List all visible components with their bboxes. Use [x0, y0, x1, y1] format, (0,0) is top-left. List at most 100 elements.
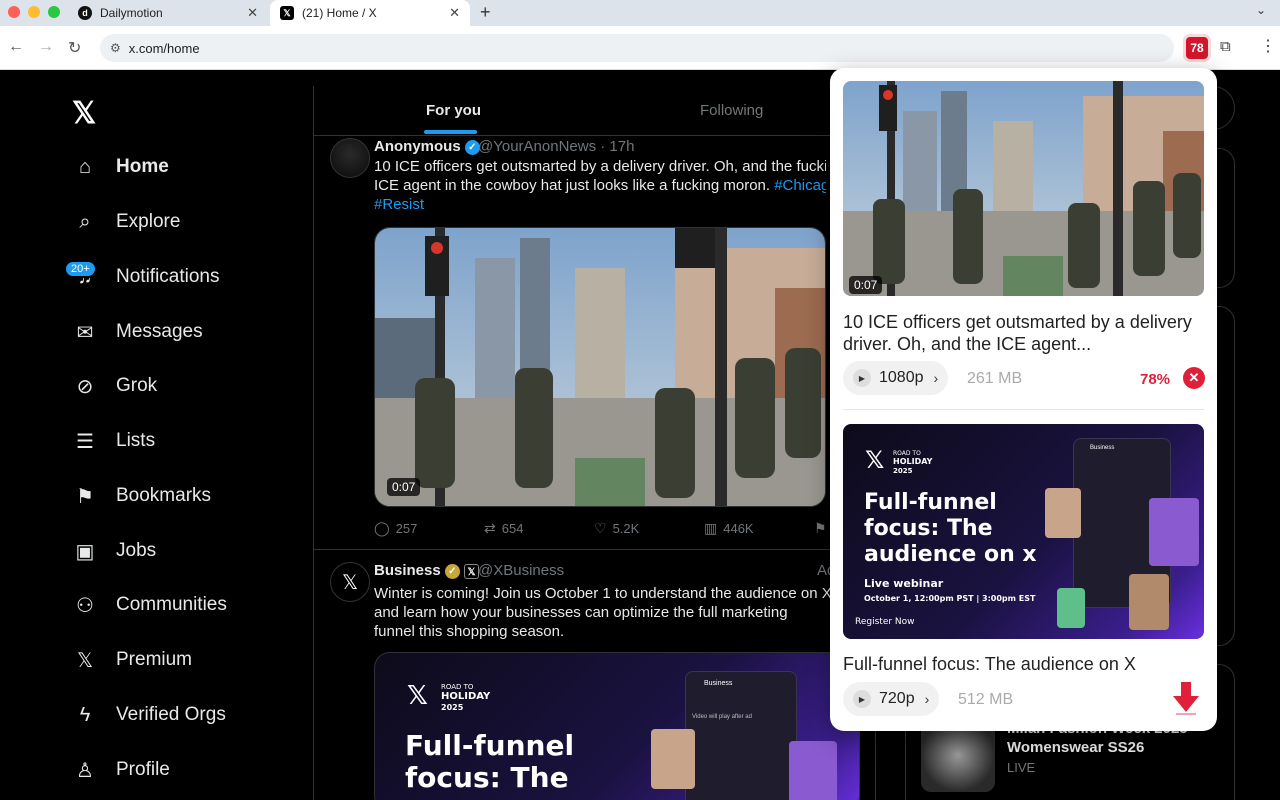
author-name-text: Business [374, 562, 441, 579]
downloader-extension-icon[interactable]: 78 [1186, 37, 1208, 59]
tab-close-icon[interactable]: ✕ [449, 5, 460, 21]
url-text: x.com/home [128, 40, 200, 56]
sidebar-item-label: Jobs [116, 540, 157, 561]
sidebar-item-home[interactable]: ⌂ Home [72, 147, 169, 187]
envelope-icon: ✉ [76, 321, 94, 344]
notifications-badge: 20+ [64, 260, 97, 278]
tweet-text: Winter is coming! Join us October 1 to u… [374, 585, 832, 640]
video-downloader-popup: 0:07 10 ICE officers get outsmarted by a… [830, 68, 1217, 731]
bookmark-icon: ⚑ [76, 485, 94, 508]
person-photo [1057, 588, 1085, 628]
promo-media[interactable]: 𝕏 ROAD TO HOLIDAY 2025 Full-funnel focus… [374, 652, 860, 800]
mockup-name: Business [704, 680, 733, 687]
site-settings-icon[interactable]: ⚙ [110, 41, 121, 55]
new-tab-button[interactable]: + [480, 2, 491, 23]
sidebar-item-jobs[interactable]: ▣ Jobs [72, 531, 157, 571]
sidebar-item-explore[interactable]: ⌕ Explore [72, 202, 180, 242]
tweet-video[interactable]: 0:07 [374, 227, 826, 507]
tab-close-icon[interactable]: ✕ [247, 5, 258, 21]
active-tab-indicator [424, 130, 477, 134]
download-arrow-icon[interactable] [1172, 682, 1200, 716]
tweet-text-line: ICE agent in the cowboy hat just looks l… [374, 177, 771, 194]
x-logo: 𝕏 [865, 446, 885, 474]
avatar[interactable] [330, 138, 370, 178]
x-favicon-icon: 𝕏 [280, 6, 294, 20]
video-title: 10 ICE officers get outsmarted by a deli… [843, 312, 1192, 354]
minimize-window-button[interactable] [28, 6, 40, 18]
sidebar-item-label: Verified Orgs [116, 704, 226, 725]
item-divider [843, 409, 1204, 410]
avatar[interactable]: 𝕏 [330, 562, 370, 602]
tab-following[interactable]: Following [700, 102, 763, 119]
promo-webinar: Live webinar [864, 577, 944, 590]
sidebar-item-premium[interactable]: 𝕏 Premium [72, 640, 192, 680]
quality-selector[interactable]: ▶ 1080p › [843, 361, 949, 395]
sidebar-item-label: Profile [116, 759, 170, 780]
sidebar-item-label: Explore [116, 211, 181, 232]
promo-year: 2025 [893, 467, 913, 475]
hashtag-link[interactable]: #Chicago [774, 177, 826, 194]
quality-selector[interactable]: ▶ 720p › [843, 682, 940, 716]
tab-dailymotion[interactable]: d Dailymotion ✕ [68, 0, 268, 26]
tweet-text-line: 10 ICE officers get outsmarted by a deli… [374, 158, 826, 175]
repost-button[interactable]: ⇄ 654 [484, 520, 523, 537]
tweet-author-name[interactable]: Anonymous ✓ [374, 138, 480, 155]
chevron-right-icon: › [924, 691, 930, 707]
video-thumbnail[interactable]: 0:07 [843, 81, 1204, 296]
tab-for-you[interactable]: For you [426, 102, 481, 119]
sidebar-item-verified-orgs[interactable]: ϟ Verified Orgs [72, 695, 226, 735]
like-button[interactable]: ♡ 5.2K [594, 520, 639, 537]
sidebar-item-messages[interactable]: ✉ Messages [72, 312, 203, 352]
sidebar-item-profile[interactable]: ♙ Profile [72, 750, 170, 790]
trend-title[interactable]: Womenswear SS26 [1007, 738, 1144, 757]
forward-arrow-icon[interactable]: → [38, 38, 54, 56]
tab-title: Dailymotion [100, 6, 163, 20]
video-thumbnail[interactable]: 𝕏 ROAD TO HOLIDAY 2025 Full-funnel focus… [843, 424, 1204, 639]
sidebar-item-lists[interactable]: ☰ Lists [72, 421, 155, 461]
promo-event: HOLIDAY [893, 457, 933, 466]
home-icon: ⌂ [78, 155, 92, 178]
briefcase-icon: ▣ [75, 540, 95, 563]
person-photo [1129, 574, 1169, 630]
quality-label: 720p [879, 690, 915, 707]
close-window-button[interactable] [8, 6, 20, 18]
video-title: Full-funnel focus: The audience on X [843, 654, 1136, 674]
reload-icon[interactable]: ↻ [68, 38, 81, 58]
address-bar[interactable]: ⚙ x.com/home [100, 34, 1174, 62]
tweet-handle[interactable]: @XBusiness [478, 562, 564, 579]
sidebar-item-grok[interactable]: ⊘ Grok [72, 366, 158, 406]
bar-chart-icon: ▥ [704, 520, 718, 536]
x-icon: 𝕏 [76, 649, 94, 672]
cancel-download-icon[interactable]: ✕ [1183, 367, 1205, 389]
sidebar-item-communities[interactable]: ⚇ Communities [72, 585, 227, 625]
tab-search-chevron-icon[interactable]: ⌄ [1256, 3, 1266, 17]
promo-cta: Register Now [855, 617, 915, 627]
reply-icon: ◯ [374, 520, 390, 536]
promo-kicker: ROAD TO [441, 683, 474, 691]
chevron-right-icon: › [933, 370, 939, 386]
hashtag-link[interactable]: #Resist [374, 196, 424, 213]
promo-headline: focus: The [864, 516, 993, 541]
reply-button[interactable]: ◯ 257 [374, 520, 417, 537]
extensions-puzzle-icon[interactable]: ⧉ [1220, 38, 1231, 55]
promo-event: HOLIDAY [441, 691, 491, 702]
zoom-window-button[interactable] [48, 6, 60, 18]
back-arrow-icon[interactable]: ← [8, 38, 24, 56]
sidebar-item-label: Grok [116, 375, 158, 396]
dailymotion-icon: d [78, 6, 92, 20]
views-button[interactable]: ▥ 446K [704, 520, 754, 537]
quality-label: 1080p [879, 369, 924, 386]
tweet-handle[interactable]: @YourAnonNews · 17h [478, 138, 634, 155]
tweet-author-name[interactable]: Business ✓ 𝕏 [374, 562, 480, 579]
grok-icon: ⊘ [76, 375, 94, 398]
file-size: 261 MB [967, 370, 1023, 387]
repost-count: 654 [501, 521, 524, 536]
x-logo[interactable]: 𝕏 [72, 96, 96, 131]
play-icon: ▶ [853, 690, 871, 708]
play-icon: ▶ [853, 369, 871, 387]
lightning-icon: ϟ [79, 703, 91, 726]
browser-menu-icon[interactable]: ⋮ [1260, 36, 1276, 56]
sidebar-item-bookmarks[interactable]: ⚑ Bookmarks [72, 476, 211, 516]
people-icon: ⚇ [76, 594, 94, 617]
tab-x-home[interactable]: 𝕏 (21) Home / X ✕ [270, 0, 470, 26]
